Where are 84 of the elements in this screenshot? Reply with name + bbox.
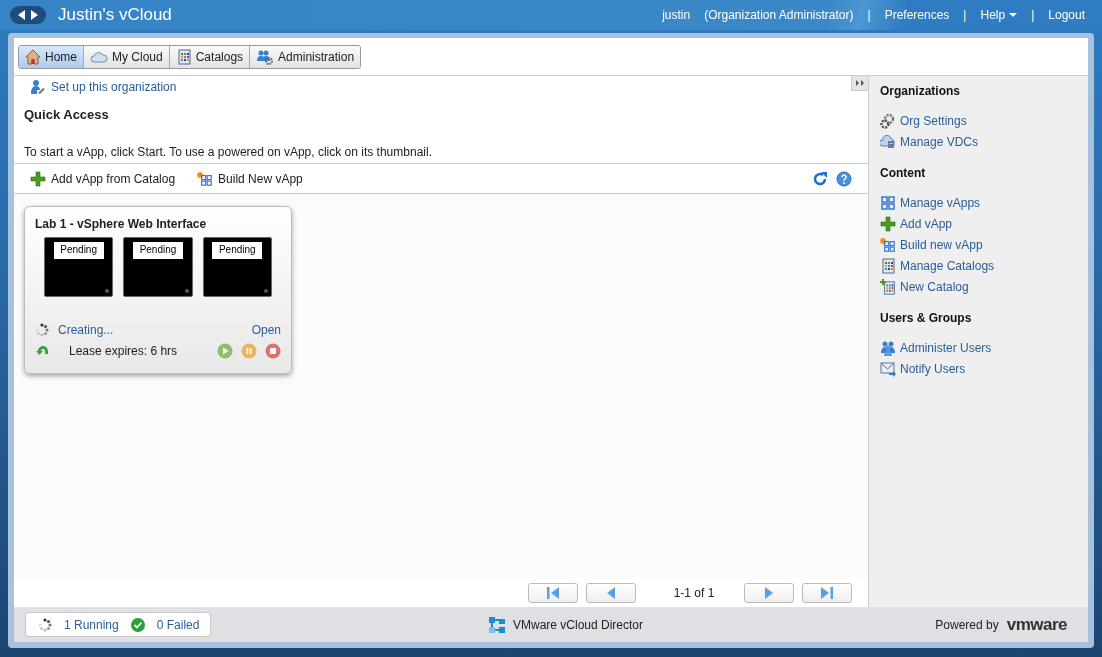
play-icon[interactable] [217,343,233,359]
network-icon [489,616,505,633]
vm-thumbnail[interactable]: Pending [123,237,193,297]
next-page-button[interactable] [744,582,794,603]
sparkle-grid-icon [197,170,214,187]
sidebar-link[interactable]: Build new vApp [900,237,983,252]
previous-page-icon [606,585,616,600]
back-icon[interactable] [18,10,25,20]
refresh-icon [812,170,828,187]
plus-icon [30,170,46,187]
sidebar-link[interactable]: Org Settings [900,113,967,128]
pause-icon[interactable] [241,343,257,359]
instructions-text: To start a vApp, click Start. To use a powered on vApp, click on its thumbnail. [23,144,433,161]
user-label: (Organization Administrator) [703,8,855,22]
header-link[interactable]: Preferences [877,8,957,22]
sidebar-link[interactable]: Manage VDCs [900,134,979,149]
check-icon [130,618,145,632]
sidebar-link[interactable]: Manage vApps [900,195,981,210]
sidebar-heading: Content [880,166,927,180]
failed-link[interactable]: 0 Failed [156,618,200,632]
envelope-icon [880,360,896,377]
lease-text: Lease expires: 6 hrs [69,344,178,358]
users-icon [880,339,896,356]
vendor-logo: vmware [1006,614,1067,635]
vm-status: Pending [53,242,104,259]
next-page-icon [764,585,774,600]
caret-icon [1009,13,1018,17]
vapp-card[interactable]: Lab 1 - vSphere Web Interface Pending Pending Pending Creating... Open Lease expires: 6 hrs [24,206,292,374]
plus-catalog-icon [880,278,896,295]
last-page-icon [820,585,834,600]
spinner-icon [38,618,52,632]
help-menu[interactable]: Help [973,8,1025,22]
sidebar-heading: Organizations [880,84,961,98]
section-title: Quick Access [23,106,110,124]
sidebar-heading: Users & Groups [880,311,973,325]
catalog-icon [880,257,896,274]
house-icon [25,48,41,65]
page-count: 1-1 of 1 [672,585,716,600]
setup-link[interactable]: Set up this organization [51,80,177,94]
nav-tab[interactable]: Home [19,45,83,68]
vm-thumbnail[interactable]: Pending [202,237,272,297]
vm-thumbnail[interactable]: Pending [44,237,114,297]
users-gear-icon [256,48,275,65]
nav-tab[interactable]: Administration [249,45,361,68]
cloud-building-icon [880,133,896,150]
grid-icon [880,194,896,211]
back-forward-control[interactable] [10,6,46,24]
vapp-name: Lab 1 - vSphere Web Interface [35,217,208,231]
sidebar-link[interactable]: Add vApp [900,216,953,231]
separator: | [962,8,968,22]
status-link[interactable]: Creating... [58,323,114,337]
sidebar-link[interactable]: Manage Catalogs [900,258,995,273]
gears-icon [880,112,896,129]
product-name: VMware vCloud Director [513,617,644,632]
last-page-button[interactable] [802,582,852,603]
running-link[interactable]: 1 Running [64,618,119,632]
spinner-icon [35,323,49,337]
plus-icon [880,215,896,232]
catalog-icon [175,48,192,65]
first-page-button[interactable] [528,582,578,603]
forward-icon[interactable] [31,10,38,20]
vm-status: Pending [212,242,263,259]
nav-tab[interactable]: Catalogs [168,45,250,68]
previous-page-button[interactable] [586,582,636,603]
separator: | [866,8,872,22]
powered-by-text: Powered by [935,617,999,632]
header-link[interactable]: Logout [1041,8,1092,22]
help-icon[interactable] [836,170,852,187]
app-title: Justin's vCloud [58,5,172,25]
user-label: justin [661,8,692,22]
vm-status: Pending [133,242,183,259]
sidebar-link[interactable]: Administer Users [900,340,992,355]
nav-tab[interactable]: My Cloud [83,45,169,68]
separator: | [1030,8,1036,22]
sidebar-link[interactable]: Notify Users [900,361,966,376]
collapse-panel-icon[interactable] [851,76,868,91]
stop-icon[interactable] [265,343,281,359]
user-wrench-icon [30,79,46,95]
toolbar-button[interactable]: Build New vApp [197,170,303,187]
open-link[interactable]: Open [251,323,281,337]
first-page-icon [546,585,560,600]
sidebar-link[interactable]: New Catalog [900,279,969,294]
sparkle-grid-icon [880,236,896,253]
toolbar-button[interactable]: Add vApp from Catalog [30,170,176,187]
